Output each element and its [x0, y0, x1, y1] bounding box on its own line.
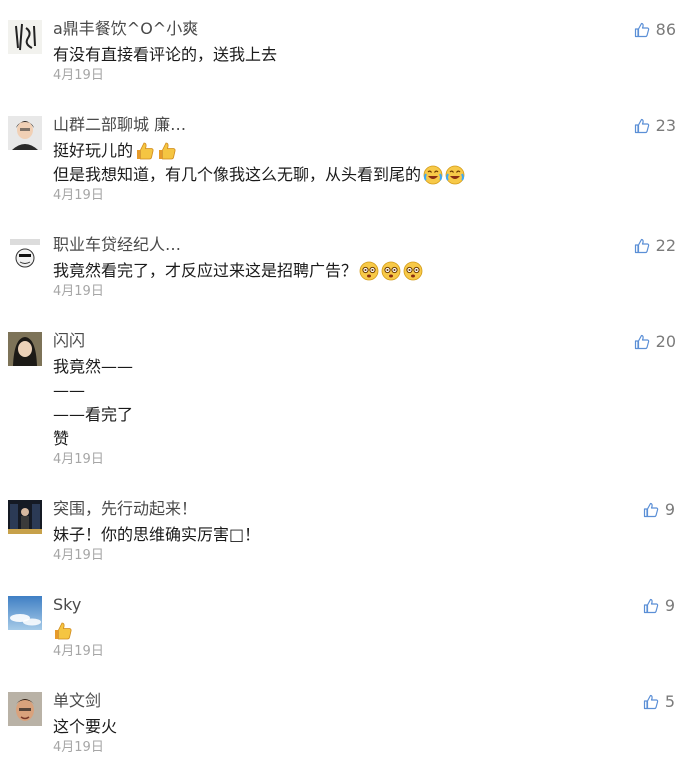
commenter-name[interactable]: 突围，先行动起来！ — [53, 499, 197, 519]
avatar[interactable] — [8, 116, 42, 150]
comment-date: 4月19日 — [53, 740, 104, 755]
like-button[interactable]: 23 — [634, 116, 676, 136]
like-count: 9 — [664, 500, 675, 519]
thumbs-up-emoji-icon — [157, 141, 177, 161]
comment-line: 妹子！你的思维确实厉害□！ — [53, 525, 261, 544]
thumb-up-outline-icon — [634, 22, 650, 38]
avatar[interactable] — [8, 596, 42, 630]
like-count: 86 — [655, 20, 676, 39]
comment-text: 有没有直接看评论的，送我上去 — [53, 43, 277, 67]
avatar[interactable] — [8, 692, 42, 726]
commenter-name[interactable]: Sky — [53, 595, 81, 615]
comment-line: 赞 — [53, 429, 70, 448]
comment-line: 有没有直接看评论的，送我上去 — [53, 45, 278, 64]
laugh-cry-emoji-icon — [423, 165, 443, 185]
thumb-up-outline-icon — [634, 118, 650, 134]
comment-line: 我竟然看完了，才反应过来这是招聘广告？ — [53, 259, 425, 283]
like-count: 20 — [655, 332, 676, 351]
dizzy-face-emoji-icon — [359, 261, 379, 281]
comment-text: 妹子！你的思维确实厉害□！ — [53, 523, 260, 547]
like-button[interactable]: 86 — [634, 20, 676, 40]
comment-date: 4月19日 — [53, 644, 104, 659]
commenter-name[interactable]: 职业车贷经纪人… — [53, 235, 181, 255]
avatar[interactable] — [8, 20, 42, 54]
comment-date: 4月19日 — [53, 284, 104, 299]
like-button[interactable]: 22 — [634, 236, 676, 256]
dizzy-face-emoji-icon — [381, 261, 401, 281]
thumb-up-outline-icon — [643, 502, 659, 518]
comment-date: 4月19日 — [53, 548, 104, 563]
comment-line-text: 但是我想知道，有几个像我这么无聊，从头看到尾的 — [53, 165, 422, 184]
like-button[interactable]: 9 — [643, 596, 675, 616]
comment-line — [53, 619, 75, 643]
like-count: 22 — [655, 236, 676, 255]
commenter-name[interactable]: 山群二部聊城 廉… — [53, 115, 186, 135]
comment-date: 4月19日 — [53, 68, 104, 83]
avatar[interactable] — [8, 332, 42, 366]
comment-line: 我竟然—— — [53, 357, 134, 376]
comment-line-text: 我竟然看完了，才反应过来这是招聘广告？ — [53, 261, 358, 280]
like-button[interactable]: 20 — [634, 332, 676, 352]
laugh-cry-emoji-icon — [445, 165, 465, 185]
thumbs-up-emoji-icon — [135, 141, 155, 161]
comment-line: —— — [53, 381, 85, 400]
commenter-name[interactable]: 单文剑 — [53, 691, 101, 711]
comment-text: 挺好玩儿的 但是我想知道，有几个像我这么无聊，从头看到尾的 — [53, 139, 467, 187]
dizzy-face-emoji-icon — [403, 261, 423, 281]
comment-line: 挺好玩儿的 — [53, 139, 467, 163]
avatar[interactable] — [8, 236, 42, 270]
comment-line: 这个要火 — [53, 717, 118, 736]
thumbs-up-emoji-icon — [53, 621, 73, 641]
commenter-name[interactable]: a鼎丰餐饮^O^小爽 — [53, 19, 198, 39]
avatar[interactable] — [8, 500, 42, 534]
like-count: 9 — [664, 596, 675, 615]
comment-date: 4月19日 — [53, 188, 104, 203]
comment-line: ——看完了 — [53, 405, 134, 424]
comment-text: 这个要火 — [53, 715, 117, 739]
like-count: 23 — [655, 116, 676, 135]
comment-line-text: 挺好玩儿的 — [53, 141, 134, 160]
commenter-name[interactable]: 闪闪 — [53, 331, 85, 351]
like-button[interactable]: 5 — [643, 692, 675, 712]
like-count: 5 — [664, 692, 675, 711]
like-button[interactable]: 9 — [643, 500, 675, 520]
thumb-up-outline-icon — [634, 238, 650, 254]
comment-date: 4月19日 — [53, 452, 104, 467]
comment-text: 我竟然—— —— ——看完了 赞 — [53, 355, 133, 451]
comment-line: 但是我想知道，有几个像我这么无聊，从头看到尾的 — [53, 163, 467, 187]
comment-text: 我竟然看完了，才反应过来这是招聘广告？ — [53, 259, 425, 283]
comment-text — [53, 619, 75, 643]
thumb-up-outline-icon — [643, 598, 659, 614]
thumb-up-outline-icon — [643, 694, 659, 710]
thumb-up-outline-icon — [634, 334, 650, 350]
